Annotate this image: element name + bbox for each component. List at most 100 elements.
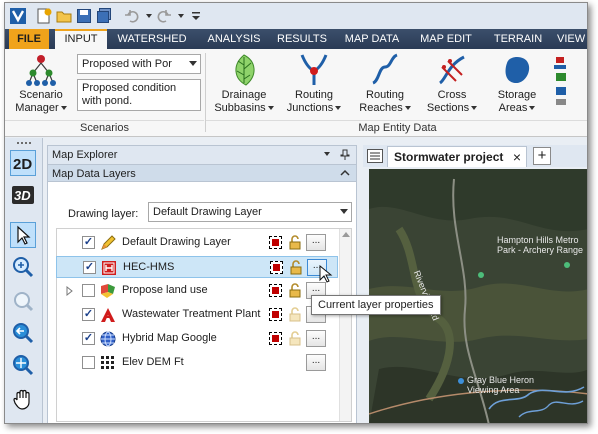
layer-name: Wastewater Treatment Plant xyxy=(122,308,261,320)
tab-file[interactable]: FILE xyxy=(9,29,49,49)
unlocked-icon[interactable] xyxy=(289,260,303,275)
treatment-plant-icon xyxy=(101,308,115,322)
layer-checkbox[interactable] xyxy=(82,356,95,369)
tab-map-edit[interactable]: MAP EDIT xyxy=(413,29,479,49)
scenarios-group-label: Scenarios xyxy=(5,120,204,135)
storage-area-icon xyxy=(505,57,530,84)
layer-list-scrollbar[interactable] xyxy=(339,229,351,421)
zoom-tool-button[interactable] xyxy=(10,254,36,280)
tool-strip: 2D 3D xyxy=(5,138,43,423)
layer-style-swatch[interactable] xyxy=(269,236,282,249)
layer-row[interactable]: ✓ Wastewater Treatment Plant ... xyxy=(56,304,338,326)
layer-row[interactable]: Elev DEM Ft ... xyxy=(56,352,338,374)
layer-properties-button[interactable]: ... xyxy=(306,234,326,251)
drawing-layer-select[interactable]: Default Drawing Layer xyxy=(148,202,352,222)
layer-checkbox[interactable]: ✓ xyxy=(82,308,95,321)
layer-row[interactable]: ✓ Default Drawing Layer ... xyxy=(56,232,338,254)
view-2d-button[interactable]: 2D xyxy=(10,150,36,176)
map-data-layers-header[interactable]: Map Data Layers xyxy=(48,164,356,182)
pin-icon[interactable] xyxy=(340,149,350,161)
layer-checkbox[interactable]: ✓ xyxy=(82,236,95,249)
hand-icon xyxy=(13,389,30,410)
zoom-center-icon xyxy=(13,355,34,376)
scenario-manager-button[interactable]: Scenario Manager xyxy=(11,53,71,115)
panel-menu-icon[interactable] xyxy=(324,152,330,156)
routing-junctions-button[interactable]: Routing Junctions xyxy=(281,53,347,115)
drawing-layer-label: Drawing layer: xyxy=(68,208,139,220)
chevron-down-icon xyxy=(529,106,536,111)
layer-properties-button[interactable]: ... xyxy=(306,330,326,347)
document-list-icon[interactable] xyxy=(367,149,383,163)
layer-name: Elev DEM Ft xyxy=(122,356,184,368)
save-all-icon[interactable] xyxy=(95,7,113,25)
tab-watershed[interactable]: WATERSHED xyxy=(111,29,193,49)
map-data-layers-title: Map Data Layers xyxy=(52,168,136,180)
layer-checkbox[interactable]: ✓ xyxy=(82,332,95,345)
more-entities-icon xyxy=(554,57,566,105)
new-tab-button[interactable]: + xyxy=(533,147,551,165)
layer-properties-button[interactable]: ... xyxy=(306,354,326,371)
ribbon-panel: Scenario Manager Proposed with Por Propo… xyxy=(5,49,587,137)
unlocked-icon[interactable] xyxy=(288,331,302,346)
layer-row[interactable]: Propose land use ... xyxy=(56,280,338,302)
tab-input[interactable]: INPUT xyxy=(55,29,107,49)
unlocked-icon[interactable] xyxy=(288,307,302,322)
scenario-manager-label-1: Scenario xyxy=(19,89,63,101)
reach-icon xyxy=(372,53,398,85)
pan-tool-button[interactable] xyxy=(10,386,36,412)
map-label-park: Hampton Hills Metro Park - Archery Range xyxy=(497,235,584,255)
close-icon[interactable]: × xyxy=(513,147,521,167)
storage-areas-button[interactable]: Storage Areas xyxy=(489,53,545,115)
drainage-subbasins-button[interactable]: Drainage Subbasins xyxy=(213,53,275,115)
tab-analysis[interactable]: ANALYSIS xyxy=(201,29,267,49)
cross-sections-button[interactable]: Cross Sections xyxy=(423,53,481,115)
scenario-manager-label-2: Manager xyxy=(15,102,59,114)
chevron-up-icon[interactable] xyxy=(340,169,350,177)
scenario-select[interactable]: Proposed with Por xyxy=(77,54,201,74)
save-icon[interactable] xyxy=(75,7,93,25)
pan-zoom-button[interactable] xyxy=(10,352,36,378)
layer-style-swatch[interactable] xyxy=(269,308,282,321)
zoom-previous-button[interactable] xyxy=(10,320,36,346)
layer-checkbox[interactable]: ✓ xyxy=(83,261,96,274)
quick-access-toolbar xyxy=(5,3,587,29)
layer-checkbox[interactable] xyxy=(82,284,95,297)
routing-reaches-button[interactable]: Routing Reaches xyxy=(355,53,415,115)
select-tool-button[interactable] xyxy=(10,222,36,248)
zoom-icon xyxy=(13,257,34,278)
tab-results[interactable]: RESULTS xyxy=(273,29,331,49)
customize-toolbar-icon[interactable] xyxy=(187,7,205,25)
app-logo-icon[interactable] xyxy=(9,7,27,25)
document-title: Stormwater project xyxy=(394,150,504,164)
tab-stormwater-project[interactable]: Stormwater project × xyxy=(387,146,527,167)
layer-name: HEC-HMS xyxy=(123,261,175,273)
more-entities-button[interactable] xyxy=(549,53,587,117)
chevron-down-icon xyxy=(404,106,411,111)
zoom-extent-button[interactable] xyxy=(10,288,36,314)
map-explorer-title: Map Explorer xyxy=(52,149,118,161)
open-folder-icon[interactable] xyxy=(55,7,73,25)
tab-map-data[interactable]: MAP DATA xyxy=(339,29,405,49)
scenario-description[interactable]: Proposed condition with pond. xyxy=(77,79,201,111)
scroll-up-icon[interactable] xyxy=(342,231,350,237)
map-label-viewing-area: Gray Blue Heron Viewing Area xyxy=(467,375,535,395)
drainage-label-2: Subbasins xyxy=(214,102,266,114)
view-3d-button[interactable]: 3D xyxy=(10,182,36,208)
chevron-down-icon xyxy=(335,106,342,111)
layer-style-swatch[interactable] xyxy=(270,261,283,274)
expand-arrow-icon[interactable] xyxy=(66,286,74,296)
tab-terrain[interactable]: TERRAIN xyxy=(485,29,551,49)
unlocked-icon[interactable] xyxy=(288,235,302,250)
unlocked-icon[interactable] xyxy=(288,283,302,298)
tab-view[interactable]: VIEW xyxy=(557,29,587,49)
cross-sections-label-2: Sections xyxy=(426,102,470,114)
2d-icon: 2D xyxy=(13,156,32,173)
layer-style-swatch[interactable] xyxy=(269,332,282,345)
new-file-icon[interactable] xyxy=(35,7,53,25)
layer-row[interactable]: ✓ HEC-HMS ... xyxy=(56,256,338,283)
hec-hms-icon xyxy=(102,261,116,275)
layer-row[interactable]: ✓ Hybrid Map Google ... xyxy=(56,328,338,350)
layer-style-swatch[interactable] xyxy=(269,284,282,297)
globe-icon xyxy=(100,331,116,347)
chevron-down-icon xyxy=(189,61,197,66)
